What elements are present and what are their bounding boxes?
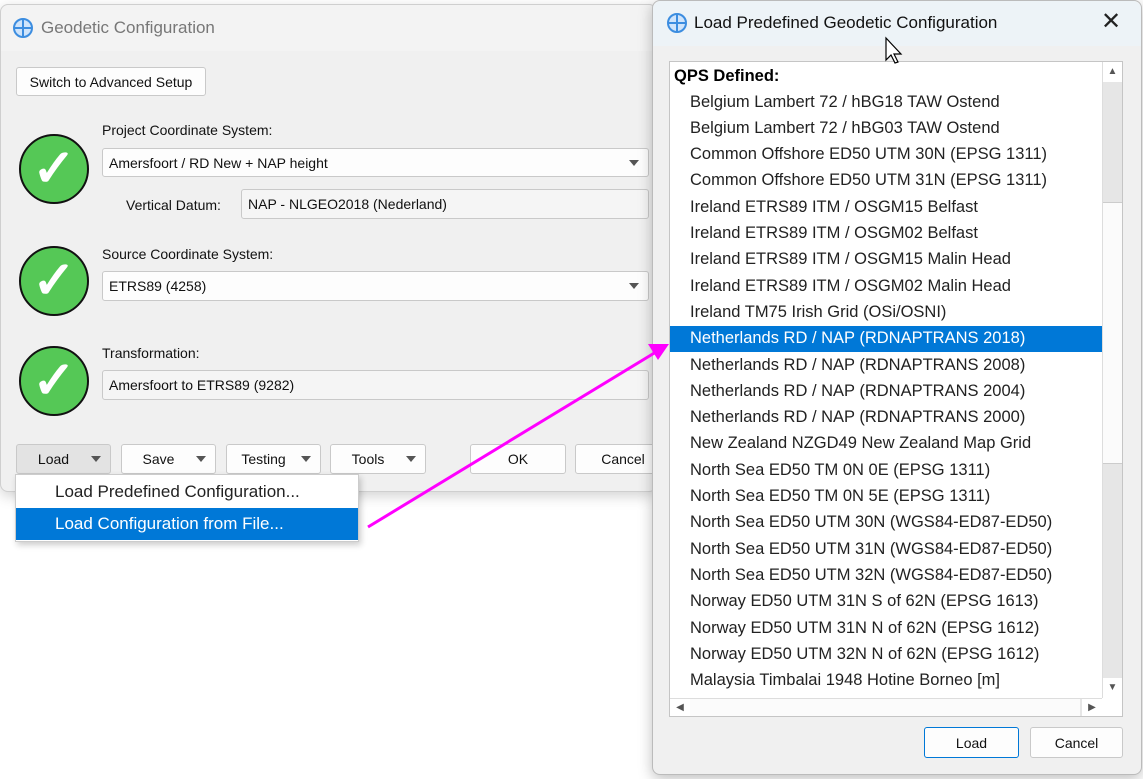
mouse-cursor-icon	[885, 36, 903, 64]
annotation-overlay	[367, 36, 903, 529]
annotation-arrow-line	[367, 350, 657, 529]
annotation-arrow-head	[648, 344, 669, 360]
